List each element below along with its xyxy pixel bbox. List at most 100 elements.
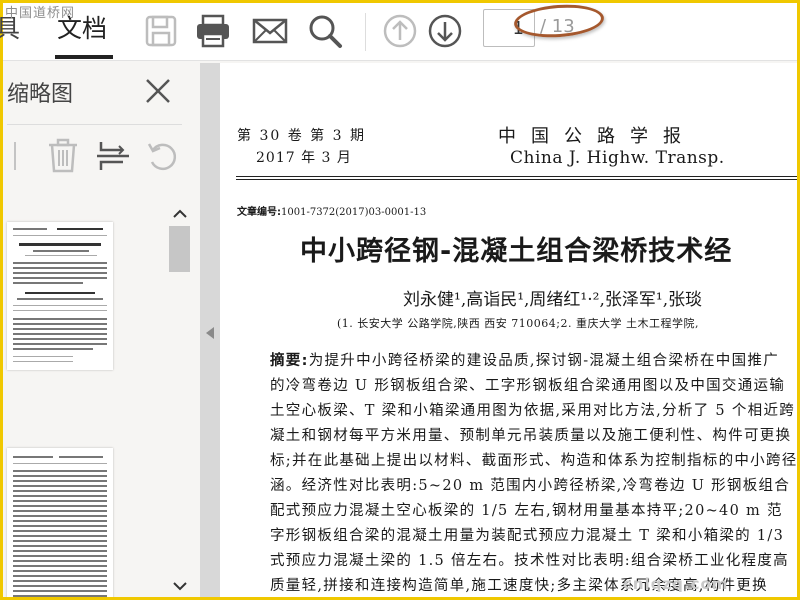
thumb-text-line [13,456,53,458]
thumb-text-line [33,250,89,252]
watermark-bottom: cnlqzq.com [623,575,729,593]
thumb-text-line [13,505,107,507]
thumb-text-line [13,530,107,532]
thumb-text-line [13,500,107,502]
thumb-text-line [13,267,107,269]
abstract-text: 为提升中小跨径桥梁的建设品质,探讨钢-混凝土组合梁桥在中国推广 [308,353,780,369]
tab-active-indicator [55,55,113,59]
toolbar-separator [365,13,366,51]
thumb-text-line [25,255,97,256]
thumb-text-line [13,480,107,482]
arrow-down-icon[interactable] [425,11,465,51]
thumb-text-line [13,515,107,517]
thumb-rule [13,235,107,236]
thumb-text-line [13,540,107,542]
thumb-text-line [17,298,103,300]
thumb-title-line [19,243,101,246]
thumb-text-line [13,282,83,284]
thumb-text-line [13,485,107,487]
article-number-label: 文章编号: [237,207,281,218]
abstract-line: 摘要:为提升中小跨径桥梁的建设品质,探讨钢-混凝土组合梁桥在中国推广 [270,349,779,370]
thumb-text-line [13,520,107,522]
chevron-left-icon[interactable] [203,325,217,341]
scrollbar-thumb[interactable] [169,226,190,272]
thumb-text-line [13,323,107,325]
thumb-text-line [13,277,107,279]
thumb-text-line [59,456,103,458]
thumb-text-line [13,490,107,492]
sidebar-title: 缩略图 [7,82,74,107]
thumb-text-line [13,570,107,572]
page-thumbnail[interactable] [7,222,113,370]
page-thumbnail[interactable] [7,448,113,597]
thumb-text-line [13,305,107,306]
abstract-line: 字形钢板组合梁的混凝土用量为装配式预应力混凝土 T 梁和小箱梁的 1/3 [270,528,785,544]
rotate-icon[interactable] [143,136,183,176]
abstract-label: 摘要: [270,353,309,369]
header-rule [236,179,797,180]
thumb-text-line [13,545,107,547]
annotation-ellipse [512,1,606,41]
thumb-text-line [13,343,107,345]
thumb-text-line [13,272,107,274]
thumbnail-sidebar: 缩略图 [3,62,200,597]
thumb-text-line [13,575,107,577]
thumb-text-line [25,292,95,294]
document-page: 第 30 卷 第 3 期 2017 年 3 月 中国公路学报 China J. … [220,63,797,597]
thumb-text-line [13,333,107,335]
thumb-text-line [13,361,73,362]
thumb-rule [13,463,107,464]
journal-name-en: China J. Highw. Transp. [510,148,725,168]
thumb-text-line [13,262,107,264]
thumbnail-list: 1 [3,202,167,597]
author-affiliation: (1. 长安大学 公路学院,陕西 西安 710064;2. 重庆大学 土木工程学… [337,317,699,330]
thumb-text-line [13,228,47,230]
journal-volume: 第 30 卷 第 3 期 [237,128,366,144]
chevron-up-icon[interactable] [172,206,188,222]
thumbnail-scrollbar[interactable] [168,202,191,597]
mail-icon[interactable] [250,11,290,51]
thumb-text-line [13,525,107,527]
thumb-text-line [13,318,107,320]
thumb-text-line [13,555,107,557]
thumb-text-line [13,585,107,587]
article-authors: 刘永健¹,高诣民¹,周绪红¹·²,张泽军¹,张琰 [403,290,703,310]
abstract-line: 标;并在此基础上提出以材料、截面形式、构造和体系为控制指标的中小跨径 [270,453,797,469]
search-icon[interactable] [305,11,345,51]
thumb-text-line [13,475,107,477]
thumb-text-line [13,580,107,582]
abstract-line: 凝土和钢材每平方米用量、预制单元吊装质量以及施工便利性、构件可更换 [270,428,792,444]
thumb-text-line [13,348,93,350]
thumb-text-line [57,228,103,230]
extract-icon[interactable] [93,136,133,176]
header-rule [236,176,797,177]
save-icon[interactable] [141,11,181,51]
arrow-up-icon[interactable] [380,11,420,51]
thumb-text-line [13,565,107,567]
article-number: 文章编号:1001-7372(2017)03-0001-13 [237,203,426,218]
watermark-top: 中国道桥网 [5,6,76,21]
abstract-line: 涵。经济性对比表明:5~20 m 范围内小跨径桥梁,冷弯卷边 U 形钢板组合 [270,478,791,494]
thumb-text-line [13,535,107,537]
sidebar-divider [7,124,182,125]
thumb-text-line [13,338,107,340]
thumb-text-line [13,495,107,497]
thumb-text-line [13,310,107,311]
thumb-text-line [13,356,73,357]
print-icon[interactable] [193,11,233,51]
journal-name-cn: 中国公路学报 [498,126,696,147]
article-title: 中小跨径钢-混凝土组合梁桥技术经 [300,236,733,267]
journal-date: 2017 年 3 月 [256,150,352,166]
thumb-text-line [13,470,107,472]
chevron-down-icon[interactable] [172,578,188,594]
abstract-line: 土空心板梁、T 梁和小箱梁通用图为依据,采用对比方法,分析了 5 个相近跨 [270,403,796,419]
close-icon[interactable] [143,76,173,106]
toolbar: 具 文档 / 13 [0,1,797,61]
thumb-text-line [13,510,107,512]
thumb-text-line [13,595,107,597]
delete-icon[interactable] [43,136,83,176]
thumb-text-line [13,328,107,330]
article-number-value: 1001-7372(2017)03-0001-13 [281,207,427,218]
thumb-text-line [13,550,107,552]
abstract-line: 式预应力混凝土梁的 1.5 倍左右。技术性对比表明:组合梁桥工业化程度高 [270,553,789,569]
